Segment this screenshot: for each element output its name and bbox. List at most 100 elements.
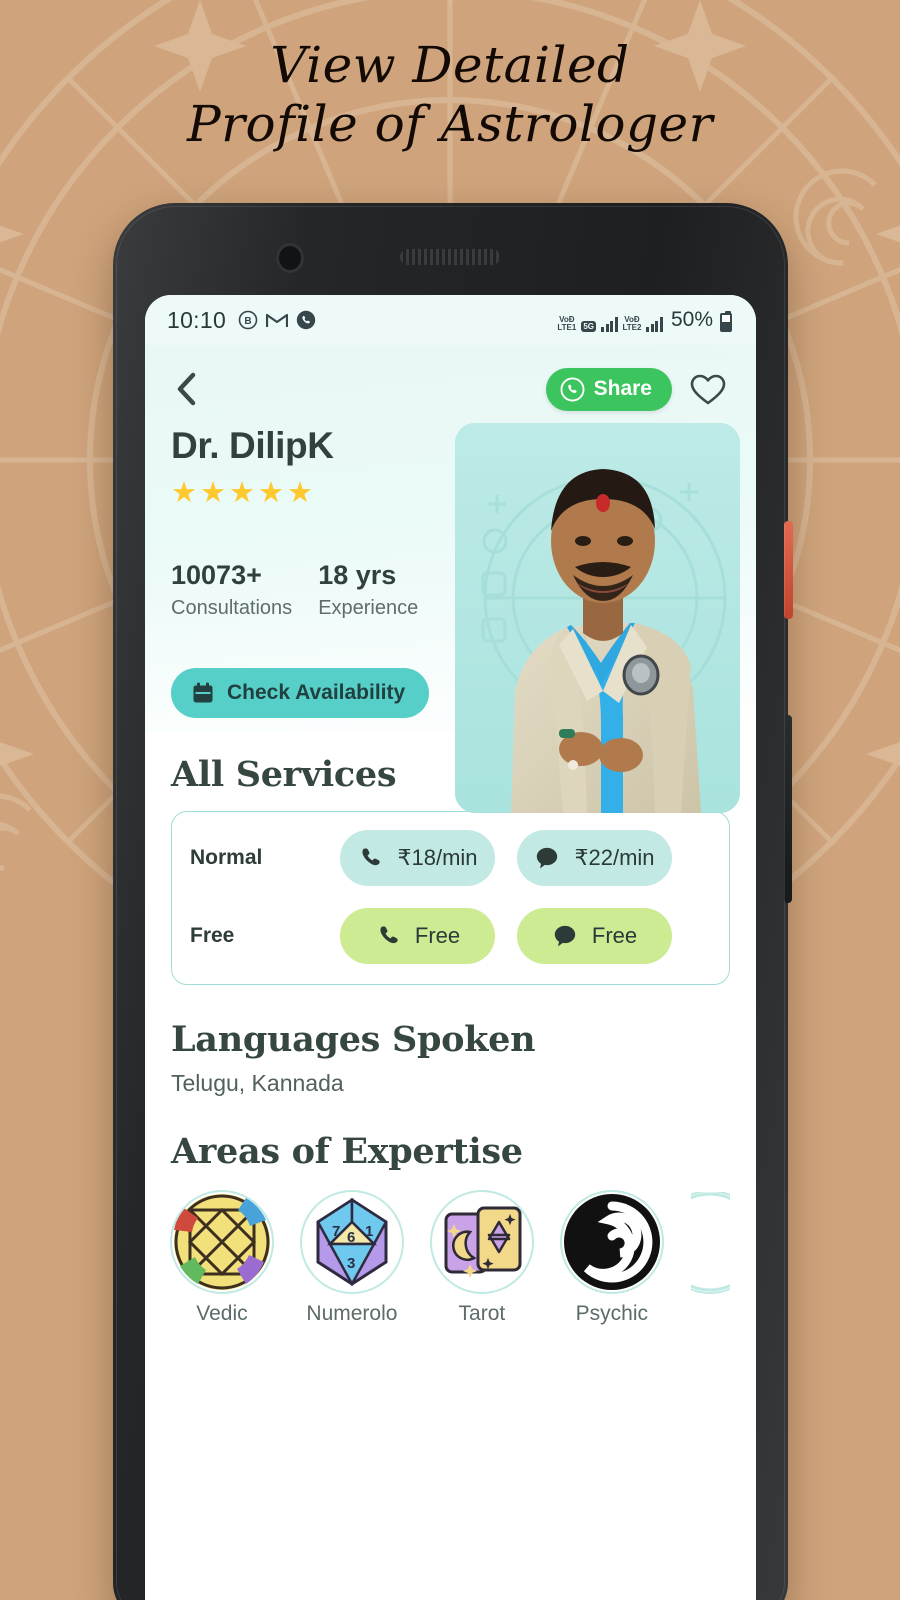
astrologer-portrait-illustration [455, 423, 740, 813]
status-notification-icons: B [238, 310, 316, 330]
status-right-icons: VoÐ LTE1 5G VoÐ LTE2 50% [557, 308, 732, 332]
price-label: ₹18/min [397, 845, 478, 870]
heart-outline-icon [690, 374, 726, 404]
psychic-spiral-icon [562, 1192, 662, 1292]
services-card: Normal ₹18/min ₹22/min Free Free Free [171, 811, 730, 985]
status-time: 10:10 [167, 306, 227, 333]
expertise-label: Numerolo [306, 1302, 398, 1325]
stat-value: 18 yrs [318, 560, 397, 590]
svg-text:1: 1 [365, 1223, 373, 1240]
favorite-button[interactable] [686, 367, 730, 411]
service-row-label: Free [190, 924, 235, 947]
share-label: Share [593, 377, 652, 400]
stat-experience: 18 yrs Experience [318, 560, 418, 620]
numerology-dice-glyph: 7 1 6 3 [303, 1194, 400, 1290]
volume-button[interactable] [784, 715, 792, 903]
star-icon: ★ [287, 477, 313, 509]
expertise-item-tarot[interactable]: Tarot [431, 1192, 533, 1326]
star-icon: ★ [200, 477, 226, 509]
profile-hero: Share Dr. DilipK ★ ★ ★ ★ ★ 10073+ Consul… [145, 345, 756, 813]
stat-value: 10073+ [171, 560, 262, 590]
whatsapp-call-icon [296, 310, 316, 330]
expertise-item-numerology[interactable]: 7 1 6 3 Numerolo [301, 1192, 403, 1326]
stat-consultations: 10073+ Consultations [171, 560, 292, 620]
astrologer-name: Dr. DilipK [171, 425, 334, 466]
promo-headline: View Detailed Profile of Astrologer [0, 36, 900, 154]
expertise-label: Tarot [458, 1302, 506, 1325]
whatsapp-icon [560, 377, 585, 401]
languages-title: Languages Spoken [171, 1019, 536, 1060]
check-availability-button[interactable]: Check Availability [171, 668, 430, 718]
free-chat-button[interactable]: Free [517, 908, 672, 964]
service-row-free: Free Free Free [190, 908, 713, 964]
b-circle-icon: B [238, 310, 258, 330]
volte1-bottom: LTE1 [557, 323, 577, 332]
service-row-normal: Normal ₹18/min ₹22/min [190, 830, 713, 886]
star-icon: ★ [258, 477, 284, 509]
chat-price-button[interactable]: ₹22/min [517, 830, 672, 886]
svg-text:6: 6 [347, 1229, 355, 1246]
headline-line-1: View Detailed [270, 36, 630, 94]
battery-icon [720, 311, 732, 332]
tarot-cards-icon [432, 1192, 532, 1292]
expertise-title: Areas of Expertise [171, 1131, 523, 1172]
volte2-bottom: LTE2 [622, 323, 642, 332]
chat-icon [554, 925, 576, 947]
expertise-item-next-partial[interactable] [690, 1192, 731, 1326]
vedic-chart-glyph [173, 1194, 270, 1290]
vedic-chart-icon [172, 1192, 272, 1292]
check-availability-label: Check Availability [227, 681, 406, 704]
stat-label: Experience [318, 597, 419, 619]
share-button[interactable]: Share [545, 367, 672, 411]
phone-screen: 10:10 B VoÐ LTE1 5G VoÐ LTE2 50% Share D… [145, 295, 756, 1600]
power-button[interactable] [784, 521, 793, 619]
partial-next-glyph [690, 1192, 731, 1292]
star-icon: ★ [229, 477, 255, 509]
battery-percent: 50% [670, 308, 713, 331]
expertise-list: Vedic 7 1 6 3 Numerolo Tarot Psychic [145, 1192, 756, 1326]
headline-line-2: Profile of Astrologer [186, 95, 714, 153]
price-label: Free [414, 923, 461, 948]
profile-stats: 10073+ Consultations 18 yrs Experience [171, 560, 433, 620]
volte-lte1-icon: VoÐ LTE1 [557, 316, 576, 332]
svg-text:7: 7 [332, 1223, 340, 1240]
signal-bars-1-icon [601, 316, 618, 332]
svg-text:B: B [244, 316, 251, 327]
profile-summary: Dr. DilipK ★ ★ ★ ★ ★ 10073+ Consultation… [145, 411, 756, 813]
rating-stars: ★ ★ ★ ★ ★ [171, 479, 433, 508]
five-g-badge: 5G [581, 321, 596, 332]
chevron-left-icon [177, 372, 196, 406]
profile-details: Dr. DilipK ★ ★ ★ ★ ★ 10073+ Consultation… [145, 425, 433, 718]
expertise-label: Vedic [196, 1302, 248, 1325]
phone-icon [380, 926, 398, 944]
app-topbar: Share [145, 345, 756, 411]
stat-label: Consultations [171, 597, 293, 619]
calendar-icon [193, 682, 213, 703]
expertise-label: Psychic [575, 1302, 649, 1325]
psychic-spiral-glyph [563, 1194, 660, 1290]
phone-icon [362, 848, 381, 866]
partial-next-icon [690, 1192, 731, 1292]
gmail-icon [266, 313, 289, 327]
expertise-item-psychic[interactable]: Psychic [561, 1192, 663, 1326]
star-icon: ★ [171, 477, 197, 509]
numerology-dice-icon: 7 1 6 3 [302, 1192, 402, 1292]
back-button[interactable] [167, 367, 207, 411]
expertise-item-vedic[interactable]: Vedic [171, 1192, 273, 1326]
languages-value: Telugu, Kannada [171, 1070, 344, 1096]
phone-device: 10:10 B VoÐ LTE1 5G VoÐ LTE2 50% Share D… [113, 203, 793, 1600]
call-price-button[interactable]: ₹18/min [340, 830, 495, 886]
price-label: ₹22/min [574, 845, 655, 870]
free-call-button[interactable]: Free [340, 908, 495, 964]
front-camera-icon [276, 243, 304, 273]
volte-lte2-icon: VoÐ LTE2 [623, 316, 642, 332]
price-label: Free [591, 923, 638, 948]
tarot-cards-glyph [433, 1194, 530, 1290]
svg-text:3: 3 [347, 1255, 355, 1272]
signal-bars-2-icon [646, 316, 663, 332]
languages-section: Languages Spoken Telugu, Kannada [145, 1019, 756, 1097]
service-row-label: Normal [190, 846, 263, 869]
chat-icon [537, 847, 558, 869]
astrologer-photo [455, 423, 740, 813]
expertise-section: Areas of Expertise [145, 1131, 756, 1172]
